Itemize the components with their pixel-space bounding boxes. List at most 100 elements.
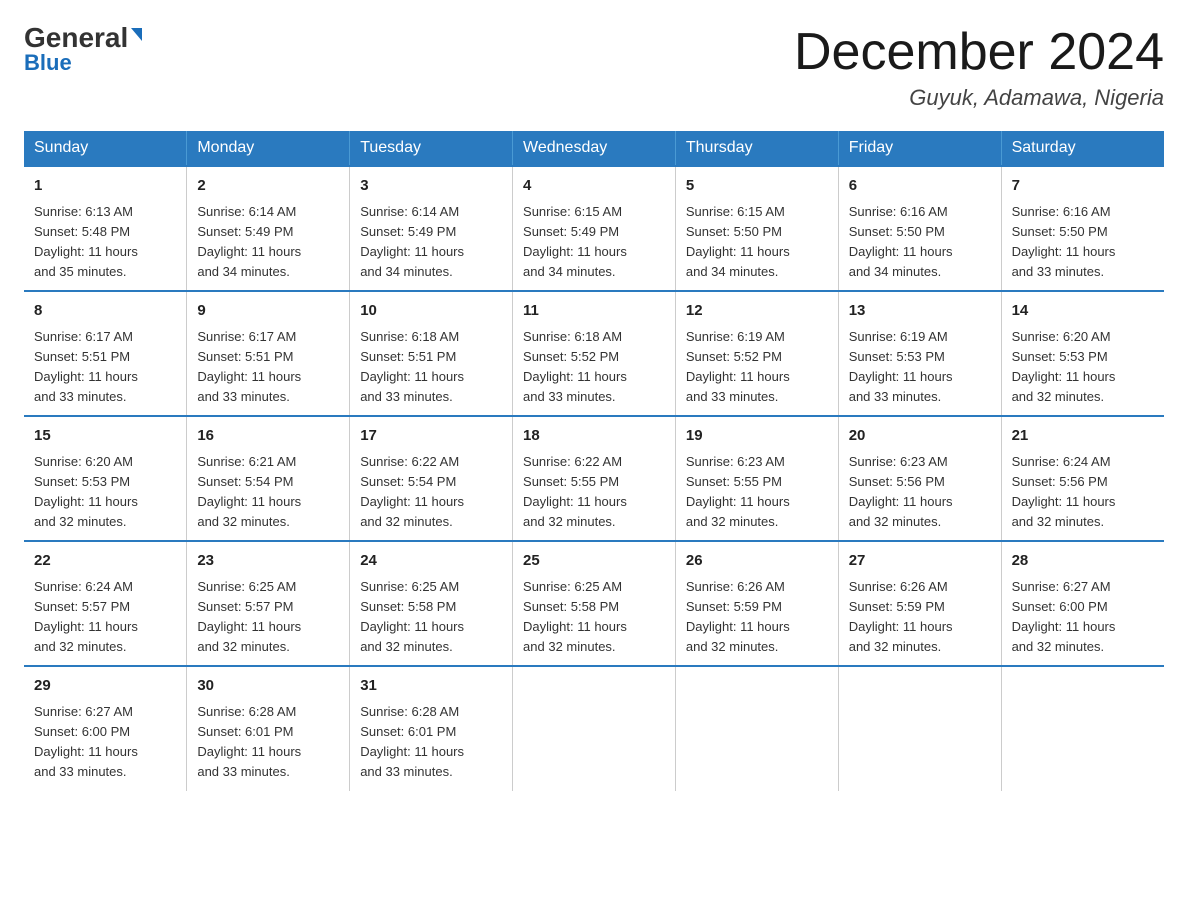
day-info: Sunrise: 6:24 AMSunset: 5:56 PMDaylight:… bbox=[1012, 452, 1154, 533]
day-number: 24 bbox=[360, 550, 502, 573]
day-number: 16 bbox=[197, 425, 339, 448]
day-number: 5 bbox=[686, 175, 828, 198]
day-info: Sunrise: 6:26 AMSunset: 5:59 PMDaylight:… bbox=[849, 577, 991, 658]
calendar-cell: 17 Sunrise: 6:22 AMSunset: 5:54 PMDayligh… bbox=[350, 416, 513, 541]
day-info: Sunrise: 6:14 AMSunset: 5:49 PMDaylight:… bbox=[197, 202, 339, 283]
week-row-1: 1 Sunrise: 6:13 AMSunset: 5:48 PMDaylight… bbox=[24, 166, 1164, 291]
day-info: Sunrise: 6:25 AMSunset: 5:58 PMDaylight:… bbox=[360, 577, 502, 658]
day-info: Sunrise: 6:23 AMSunset: 5:56 PMDaylight:… bbox=[849, 452, 991, 533]
calendar-cell: 25 Sunrise: 6:25 AMSunset: 5:58 PMDayligh… bbox=[513, 541, 676, 666]
logo-blue: Blue bbox=[24, 50, 72, 76]
day-info: Sunrise: 6:17 AMSunset: 5:51 PMDaylight:… bbox=[197, 327, 339, 408]
day-number: 31 bbox=[360, 675, 502, 698]
day-info: Sunrise: 6:20 AMSunset: 5:53 PMDaylight:… bbox=[1012, 327, 1154, 408]
calendar-cell bbox=[513, 666, 676, 790]
day-number: 12 bbox=[686, 300, 828, 323]
calendar-cell: 24 Sunrise: 6:25 AMSunset: 5:58 PMDayligh… bbox=[350, 541, 513, 666]
week-row-4: 22 Sunrise: 6:24 AMSunset: 5:57 PMDayligh… bbox=[24, 541, 1164, 666]
day-info: Sunrise: 6:28 AMSunset: 6:01 PMDaylight:… bbox=[360, 702, 502, 783]
day-info: Sunrise: 6:20 AMSunset: 5:53 PMDaylight:… bbox=[34, 452, 176, 533]
day-info: Sunrise: 6:18 AMSunset: 5:51 PMDaylight:… bbox=[360, 327, 502, 408]
calendar-cell: 12 Sunrise: 6:19 AMSunset: 5:52 PMDayligh… bbox=[675, 291, 838, 416]
calendar-cell: 16 Sunrise: 6:21 AMSunset: 5:54 PMDayligh… bbox=[187, 416, 350, 541]
calendar-cell: 27 Sunrise: 6:26 AMSunset: 5:59 PMDayligh… bbox=[838, 541, 1001, 666]
logo-triangle-icon bbox=[131, 28, 142, 41]
calendar-cell: 28 Sunrise: 6:27 AMSunset: 6:00 PMDayligh… bbox=[1001, 541, 1164, 666]
header-day-saturday: Saturday bbox=[1001, 131, 1164, 166]
day-number: 30 bbox=[197, 675, 339, 698]
day-number: 20 bbox=[849, 425, 991, 448]
day-number: 4 bbox=[523, 175, 665, 198]
day-info: Sunrise: 6:25 AMSunset: 5:57 PMDaylight:… bbox=[197, 577, 339, 658]
day-info: Sunrise: 6:22 AMSunset: 5:55 PMDaylight:… bbox=[523, 452, 665, 533]
calendar-cell: 30 Sunrise: 6:28 AMSunset: 6:01 PMDayligh… bbox=[187, 666, 350, 790]
calendar-cell: 3Sunrise: 6:14 AMSunset: 5:49 PMDaylight… bbox=[350, 166, 513, 291]
day-info: Sunrise: 6:21 AMSunset: 5:54 PMDaylight:… bbox=[197, 452, 339, 533]
calendar-cell: 31 Sunrise: 6:28 AMSunset: 6:01 PMDayligh… bbox=[350, 666, 513, 790]
day-info: Sunrise: 6:27 AMSunset: 6:00 PMDaylight:… bbox=[1012, 577, 1154, 658]
calendar-cell bbox=[1001, 666, 1164, 790]
day-number: 10 bbox=[360, 300, 502, 323]
day-number: 7 bbox=[1012, 175, 1154, 198]
week-row-3: 15 Sunrise: 6:20 AMSunset: 5:53 PMDayligh… bbox=[24, 416, 1164, 541]
week-row-2: 8 Sunrise: 6:17 AMSunset: 5:51 PMDaylight… bbox=[24, 291, 1164, 416]
day-number: 13 bbox=[849, 300, 991, 323]
day-number: 29 bbox=[34, 675, 176, 698]
logo: General Blue bbox=[24, 24, 142, 76]
page-header: General Blue December 2024 Guyuk, Adamaw… bbox=[24, 24, 1164, 111]
day-number: 2 bbox=[197, 175, 339, 198]
day-info: Sunrise: 6:15 AMSunset: 5:50 PMDaylight:… bbox=[686, 202, 828, 283]
week-row-5: 29 Sunrise: 6:27 AMSunset: 6:00 PMDayligh… bbox=[24, 666, 1164, 790]
month-title: December 2024 bbox=[794, 24, 1164, 81]
day-number: 8 bbox=[34, 300, 176, 323]
day-info: Sunrise: 6:22 AMSunset: 5:54 PMDaylight:… bbox=[360, 452, 502, 533]
day-info: Sunrise: 6:24 AMSunset: 5:57 PMDaylight:… bbox=[34, 577, 176, 658]
calendar-table: SundayMondayTuesdayWednesdayThursdayFrid… bbox=[24, 131, 1164, 790]
calendar-cell: 15 Sunrise: 6:20 AMSunset: 5:53 PMDayligh… bbox=[24, 416, 187, 541]
calendar-cell: 18 Sunrise: 6:22 AMSunset: 5:55 PMDayligh… bbox=[513, 416, 676, 541]
day-number: 15 bbox=[34, 425, 176, 448]
calendar-cell: 2 Sunrise: 6:14 AMSunset: 5:49 PMDaylight… bbox=[187, 166, 350, 291]
calendar-cell: 26Sunrise: 6:26 AMSunset: 5:59 PMDayligh… bbox=[675, 541, 838, 666]
calendar-cell bbox=[675, 666, 838, 790]
calendar-header: SundayMondayTuesdayWednesdayThursdayFrid… bbox=[24, 131, 1164, 166]
day-info: Sunrise: 6:15 AMSunset: 5:49 PMDaylight:… bbox=[523, 202, 665, 283]
calendar-cell: 8Sunrise: 6:17 AMSunset: 5:51 PMDaylight… bbox=[24, 291, 187, 416]
header-row: SundayMondayTuesdayWednesdayThursdayFrid… bbox=[24, 131, 1164, 166]
day-info: Sunrise: 6:27 AMSunset: 6:00 PMDaylight:… bbox=[34, 702, 176, 783]
day-number: 19 bbox=[686, 425, 828, 448]
calendar-cell bbox=[838, 666, 1001, 790]
calendar-cell: 11Sunrise: 6:18 AMSunset: 5:52 PMDayligh… bbox=[513, 291, 676, 416]
day-number: 9 bbox=[197, 300, 339, 323]
day-number: 18 bbox=[523, 425, 665, 448]
title-section: December 2024 Guyuk, Adamawa, Nigeria bbox=[794, 24, 1164, 111]
location-subtitle: Guyuk, Adamawa, Nigeria bbox=[794, 85, 1164, 111]
day-number: 26 bbox=[686, 550, 828, 573]
header-day-thursday: Thursday bbox=[675, 131, 838, 166]
calendar-cell: 5 Sunrise: 6:15 AMSunset: 5:50 PMDaylight… bbox=[675, 166, 838, 291]
day-number: 11 bbox=[523, 300, 665, 323]
header-day-sunday: Sunday bbox=[24, 131, 187, 166]
day-number: 17 bbox=[360, 425, 502, 448]
day-number: 25 bbox=[523, 550, 665, 573]
day-info: Sunrise: 6:13 AMSunset: 5:48 PMDaylight:… bbox=[34, 202, 176, 283]
calendar-cell: 9 Sunrise: 6:17 AMSunset: 5:51 PMDaylight… bbox=[187, 291, 350, 416]
day-number: 28 bbox=[1012, 550, 1154, 573]
calendar-cell: 10 Sunrise: 6:18 AMSunset: 5:51 PMDayligh… bbox=[350, 291, 513, 416]
day-info: Sunrise: 6:16 AMSunset: 5:50 PMDaylight:… bbox=[849, 202, 991, 283]
day-number: 22 bbox=[34, 550, 176, 573]
day-number: 23 bbox=[197, 550, 339, 573]
day-info: Sunrise: 6:25 AMSunset: 5:58 PMDaylight:… bbox=[523, 577, 665, 658]
calendar-cell: 13Sunrise: 6:19 AMSunset: 5:53 PMDayligh… bbox=[838, 291, 1001, 416]
day-number: 21 bbox=[1012, 425, 1154, 448]
calendar-cell: 29 Sunrise: 6:27 AMSunset: 6:00 PMDayligh… bbox=[24, 666, 187, 790]
day-number: 14 bbox=[1012, 300, 1154, 323]
day-number: 1 bbox=[34, 175, 176, 198]
header-day-friday: Friday bbox=[838, 131, 1001, 166]
day-info: Sunrise: 6:19 AMSunset: 5:52 PMDaylight:… bbox=[686, 327, 828, 408]
day-info: Sunrise: 6:16 AMSunset: 5:50 PMDaylight:… bbox=[1012, 202, 1154, 283]
day-info: Sunrise: 6:14 AMSunset: 5:49 PMDaylight:… bbox=[360, 202, 502, 283]
day-info: Sunrise: 6:28 AMSunset: 6:01 PMDaylight:… bbox=[197, 702, 339, 783]
day-number: 27 bbox=[849, 550, 991, 573]
day-number: 6 bbox=[849, 175, 991, 198]
